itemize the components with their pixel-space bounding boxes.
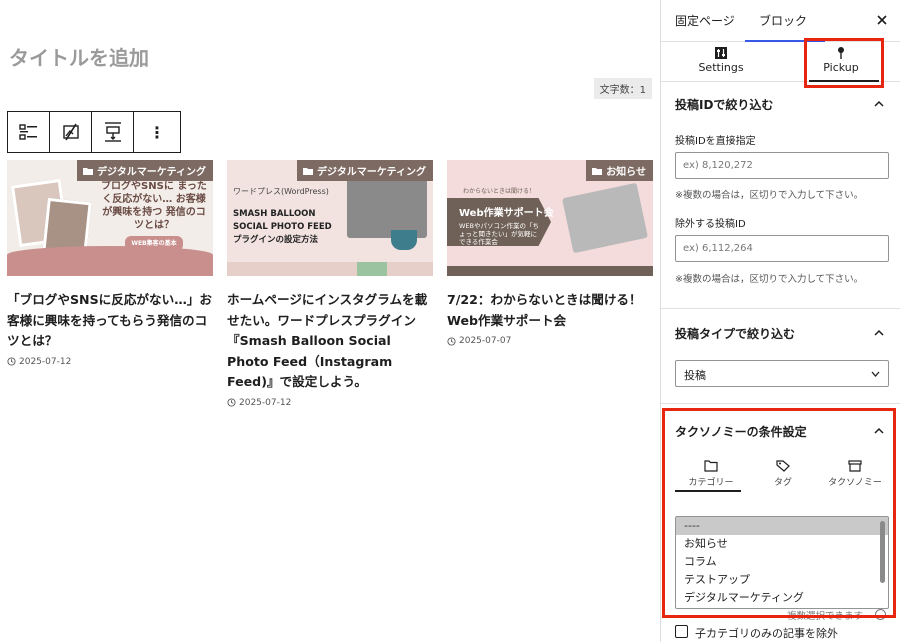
cup-decoration xyxy=(391,230,417,250)
tab-tag[interactable]: タグ xyxy=(747,458,819,488)
post-title-input[interactable]: タイトルを追加 xyxy=(9,42,149,71)
active-taxonomy-tab-indicator xyxy=(675,490,741,492)
block-subtabs: Settings Pickup xyxy=(661,42,900,82)
band-decoration xyxy=(227,262,433,276)
post-card-list: ブログやSNSに まったく反応がない… お客様が興味を持つ 発信のコツとは？ W… xyxy=(7,160,653,408)
editor-canvas: タイトルを追加 文字数：1 ⋮ ブログやSNSに まったく反応がない… お客様が… xyxy=(0,0,660,642)
exclude-id-label: 除外する投稿ID xyxy=(675,219,746,230)
post-thumbnail: わからないときは聞ける！ Web作業サポート会 WEBやパソコン作業の「ちょっと… xyxy=(447,160,653,276)
clock-icon xyxy=(227,398,236,407)
category-badge: デジタルマーケティング xyxy=(297,160,433,181)
direct-id-label: 投稿IDを直接指定 xyxy=(675,136,756,147)
post-date: 2025-07-12 xyxy=(7,357,213,367)
thumbnail-heading: Web作業サポート会 xyxy=(459,208,554,219)
clock-icon xyxy=(447,336,456,346)
category-badge: お知らせ xyxy=(586,160,653,181)
list-option[interactable]: コラム xyxy=(676,553,888,571)
thumbnail-caption: わからないときは聞ける！ xyxy=(463,188,536,195)
chevron-down-icon xyxy=(871,371,880,377)
direct-id-help: ※複数の場合は，区切りで入力して下さい。 xyxy=(675,190,864,201)
exclude-id-help: ※複数の場合は，区切りで入力して下さい。 xyxy=(675,274,864,285)
post-type-panel-title[interactable]: 投稿タイプで絞り込む xyxy=(675,325,795,342)
tab-category[interactable]: カテゴリー xyxy=(675,458,747,488)
panel-divider xyxy=(661,308,900,309)
active-subtab-indicator xyxy=(809,80,879,82)
sidebar-header: 固定ページ ブロック xyxy=(661,0,900,42)
list-option[interactable]: ---- xyxy=(676,517,888,535)
direct-id-input[interactable]: ex) 8,120,272 xyxy=(675,152,889,179)
subtab-settings-label: Settings xyxy=(698,61,744,74)
more-options-button[interactable]: ⋮ xyxy=(134,112,180,152)
list-view-button[interactable] xyxy=(8,112,50,152)
post-title[interactable]: ホームページにインスタグラムを載せたい。ワードプレスプラグイン『Smash Ba… xyxy=(227,290,433,393)
tab-page[interactable]: 固定ページ xyxy=(675,12,735,29)
post-type-select[interactable]: 投稿 xyxy=(675,360,889,387)
post-title[interactable]: 7/22：わからないときは聞ける！Web作業サポート会 xyxy=(447,290,653,331)
post-type-selected: 投稿 xyxy=(684,369,706,382)
folder-icon xyxy=(303,167,313,175)
chevron-up-icon[interactable] xyxy=(874,100,884,107)
chevron-up-icon[interactable] xyxy=(874,329,884,336)
subtab-pickup[interactable]: Pickup xyxy=(791,42,891,82)
clock-icon xyxy=(7,357,16,366)
post-card[interactable]: ワードプレス(WordPress) SMASH BALLOON SOCIAL P… xyxy=(227,160,433,408)
post-thumbnail: ワードプレス(WordPress) SMASH BALLOON SOCIAL P… xyxy=(227,160,433,276)
post-title[interactable]: 「ブログやSNSに反応がない…」お客様に興味を持ってもらう発信のコツとは？ xyxy=(7,290,213,352)
subtab-settings[interactable]: Settings xyxy=(671,42,771,82)
exclude-child-label: 子カテゴリのみの記事を除外 xyxy=(695,627,838,640)
post-card[interactable]: わからないときは聞ける！ Web作業サポート会 WEBやパソコン作業の「ちょっと… xyxy=(447,160,653,408)
band-decoration xyxy=(357,262,387,276)
char-count-badge: 文字数：1 xyxy=(593,78,652,99)
post-date: 2025-07-07 xyxy=(447,336,653,346)
help-icon[interactable] xyxy=(875,609,886,620)
list-option[interactable]: テストアップ xyxy=(676,571,888,589)
post-id-panel-title[interactable]: 投稿IDで絞り込む xyxy=(675,96,773,113)
tab-block[interactable]: ブロック xyxy=(759,12,807,29)
chevron-up-icon[interactable] xyxy=(874,427,884,434)
subtab-pickup-label: Pickup xyxy=(823,61,859,74)
thumbnail-title: SMASH BALLOON SOCIAL PHOTO FEED プラグインの設定… xyxy=(233,209,332,245)
tab-taxonomy[interactable]: タクソノミー xyxy=(819,458,891,488)
category-badge: デジタルマーケティング xyxy=(77,160,213,181)
laptop-decoration xyxy=(562,182,648,254)
taxonomy-tabs: カテゴリー タグ タクソノミー xyxy=(675,458,889,494)
folder-icon xyxy=(592,167,603,175)
no-image-icon xyxy=(62,123,79,141)
wave-decoration xyxy=(7,246,213,276)
close-icon[interactable] xyxy=(875,13,889,27)
post-card[interactable]: ブログやSNSに まったく反応がない… お客様が興味を持つ 発信のコツとは？ W… xyxy=(7,160,213,408)
image-toggle-button[interactable] xyxy=(50,112,92,152)
folder-icon xyxy=(83,167,93,175)
archive-icon xyxy=(848,460,862,472)
laptop-decoration xyxy=(347,178,427,238)
scrollbar[interactable] xyxy=(880,521,885,583)
thumbnail-subtext: WEBやパソコン作業の「ちょっと聞きたい」が気軽にできる作業会 xyxy=(459,222,539,246)
align-vertical-icon xyxy=(104,122,121,142)
sliders-icon xyxy=(715,47,727,59)
exclude-child-checkbox[interactable] xyxy=(675,625,688,638)
bar-decoration xyxy=(447,266,653,276)
thumbnail-text: ブログやSNSに まったく反応がない… お客様が興味を持つ 発信のコツとは？ W… xyxy=(99,180,209,251)
list-view-icon xyxy=(18,124,37,140)
taxonomy-panel-title[interactable]: タクソノミーの条件設定 xyxy=(675,423,807,440)
list-option[interactable]: お知らせ xyxy=(676,535,888,553)
folder-icon xyxy=(704,460,718,472)
align-vertical-button[interactable] xyxy=(92,112,134,152)
multi-select-help: 複数選択できます xyxy=(787,611,864,622)
post-date: 2025-07-12 xyxy=(227,398,433,408)
tag-icon xyxy=(776,460,790,472)
category-multiselect[interactable]: ---- お知らせ コラム テストアップ デジタルマーケティング xyxy=(675,516,889,609)
block-toolbar: ⋮ xyxy=(7,111,181,153)
pin-icon xyxy=(838,47,844,59)
panel-divider xyxy=(661,403,900,404)
thumbnail-label: ワードプレス(WordPress) xyxy=(233,187,329,196)
more-options-icon: ⋮ xyxy=(149,122,165,142)
exclude-id-input[interactable]: ex) 6,112,264 xyxy=(675,235,889,262)
post-thumbnail: ブログやSNSに まったく反応がない… お客様が興味を持つ 発信のコツとは？ W… xyxy=(7,160,213,276)
settings-sidebar: 固定ページ ブロック Settings Pickup 投稿IDで絞り込む 投稿I… xyxy=(660,0,900,642)
list-option[interactable]: デジタルマーケティング xyxy=(676,589,888,607)
